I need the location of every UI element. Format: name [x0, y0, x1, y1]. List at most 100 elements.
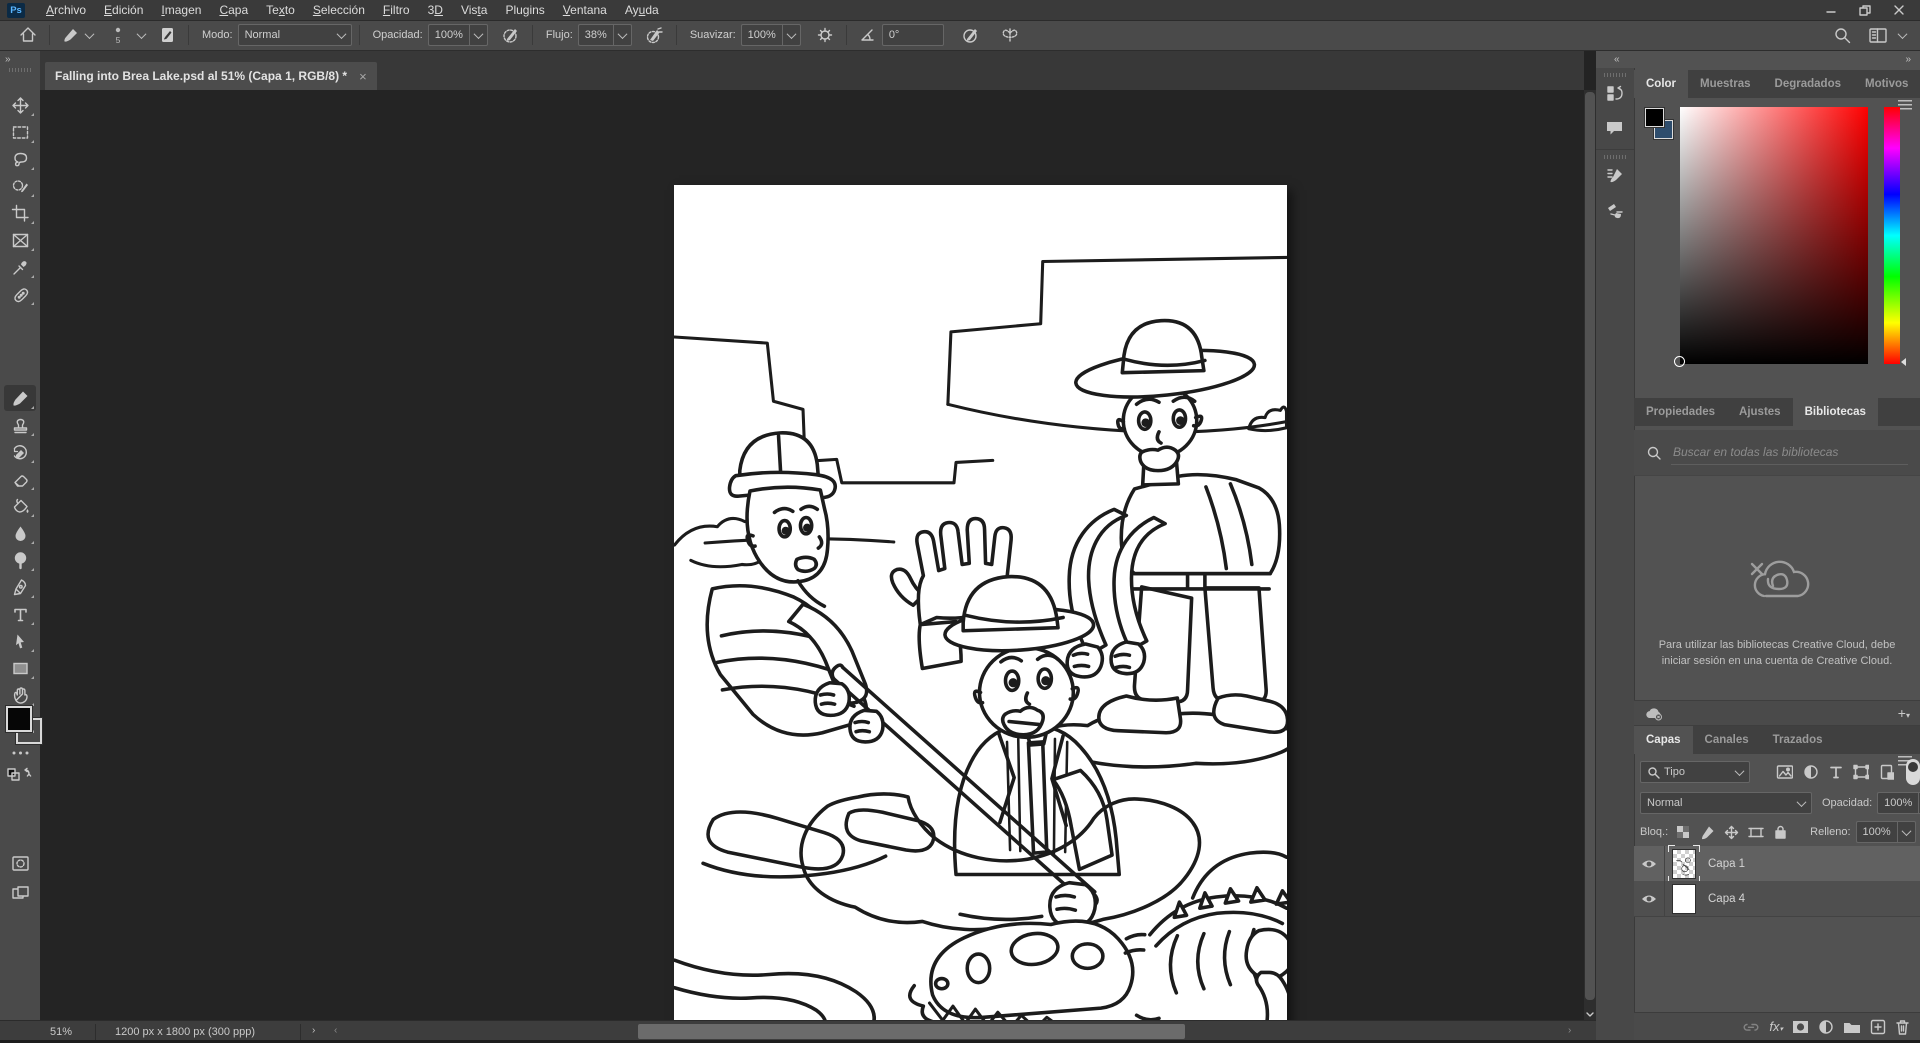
zoom-level[interactable]: 51%	[50, 1026, 72, 1038]
hscroll-left-arrow[interactable]: ‹	[334, 1025, 336, 1036]
status-expand-chevron[interactable]: ›	[312, 1025, 314, 1036]
tool-history-brush[interactable]	[4, 439, 36, 465]
smoothing-dropdown-chevron[interactable]	[782, 24, 801, 46]
tab-ajustes[interactable]: Ajustes	[1727, 398, 1793, 426]
tool-object-selection[interactable]	[4, 173, 36, 199]
tab-canales[interactable]: Canales	[1693, 726, 1761, 754]
layer-visibility-eye-icon[interactable]	[1634, 881, 1665, 916]
tool-hand[interactable]	[4, 682, 36, 708]
menu-item-archivo[interactable]: Archivo	[37, 2, 95, 18]
comments-panel-icon[interactable]	[1596, 111, 1634, 145]
filter-adjustment-layers-icon[interactable]	[1803, 764, 1818, 780]
filter-shape-layers-icon[interactable]	[1853, 764, 1869, 780]
layer-opacity-value[interactable]: 100%	[1877, 792, 1918, 814]
layer-fill-value[interactable]: 100%	[1856, 821, 1897, 843]
hue-slider[interactable]	[1884, 107, 1900, 364]
tool-crop[interactable]	[4, 200, 36, 226]
chevron-down-icon[interactable]	[137, 29, 147, 39]
document-tab[interactable]: Falling into Brea Lake.psd al 51% (Capa …	[45, 62, 377, 90]
minimize-button[interactable]	[1816, 1, 1846, 19]
menu-item-imagen[interactable]: Imagen	[152, 2, 210, 18]
menu-item-ventana[interactable]: Ventana	[554, 2, 616, 18]
tool-dodge[interactable]	[4, 547, 36, 573]
foreground-color-swatch[interactable]	[6, 706, 32, 732]
restore-button[interactable]	[1850, 1, 1880, 19]
tab-muestras[interactable]: Muestras	[1688, 70, 1763, 98]
layer-row-capa-4[interactable]: Capa 4	[1634, 881, 1920, 917]
tab-degradados[interactable]: Degradados	[1763, 70, 1853, 98]
layer-row-capa-1[interactable]: Capa 1	[1634, 846, 1920, 882]
tab-bibliotecas[interactable]: Bibliotecas	[1793, 398, 1878, 426]
layer-blend-mode-select[interactable]: Normal	[1640, 792, 1812, 814]
tool-pen[interactable]	[4, 574, 36, 600]
opacity-dropdown-chevron[interactable]	[469, 24, 488, 46]
smoothing-options-gear-icon[interactable]	[811, 23, 839, 47]
document-tab-close-icon[interactable]: ×	[359, 69, 367, 84]
tool-paint-bucket[interactable]	[4, 493, 36, 519]
lock-transparency-icon[interactable]	[1676, 825, 1691, 840]
lock-all-icon[interactable]	[1773, 824, 1788, 840]
menu-item-vista[interactable]: Vista	[452, 2, 496, 18]
tool-rectangular-marquee[interactable]	[4, 119, 36, 145]
layer-name[interactable]: Capa 4	[1708, 893, 1745, 905]
menu-item-3d[interactable]: 3D	[419, 2, 452, 18]
history-panel-icon[interactable]	[1596, 77, 1634, 111]
layer-visibility-eye-icon[interactable]	[1634, 846, 1665, 881]
hscroll-right-arrow[interactable]: ›	[1568, 1025, 1570, 1036]
color-panel-menu-icon[interactable]	[1898, 100, 1912, 110]
toolbar-expand-chevrons[interactable]: »	[0, 50, 40, 65]
new-adjustment-layer-icon[interactable]	[1818, 1019, 1834, 1035]
lock-position-icon[interactable]	[1724, 825, 1739, 840]
tool-shape-rectangle[interactable]	[4, 655, 36, 681]
delete-layer-trash-icon[interactable]	[1895, 1019, 1910, 1035]
menu-item-seleccion[interactable]: Selección	[304, 2, 374, 18]
tab-propiedades[interactable]: Propiedades	[1634, 398, 1727, 426]
pressure-opacity-icon[interactable]	[496, 23, 525, 47]
opacity-value[interactable]: 100%	[428, 24, 469, 46]
dock-collapse-left-chevrons[interactable]: «	[1614, 54, 1619, 65]
tab-motivos[interactable]: Motivos	[1853, 70, 1920, 98]
tool-clone-stamp[interactable]	[4, 412, 36, 438]
menu-item-edicion[interactable]: Edición	[95, 2, 152, 18]
new-layer-plus-icon[interactable]	[1870, 1019, 1886, 1035]
menu-item-capa[interactable]: Capa	[210, 2, 257, 18]
canvas-pasteboard[interactable]	[40, 90, 1584, 1020]
new-group-folder-icon[interactable]	[1843, 1020, 1861, 1034]
menu-item-filtro[interactable]: Filtro	[374, 2, 419, 18]
search-icon[interactable]	[1828, 23, 1857, 47]
color-field-picker-circle[interactable]	[1674, 356, 1685, 367]
tool-spot-healing-brush[interactable]	[4, 281, 36, 307]
layer-name[interactable]: Capa 1	[1708, 858, 1745, 870]
pressure-size-icon[interactable]	[956, 23, 985, 47]
vertical-scrollbar[interactable]	[1584, 90, 1596, 1020]
toolbar-grip[interactable]	[9, 68, 31, 72]
filter-smart-objects-icon[interactable]	[1879, 764, 1894, 780]
brush-preset-icon[interactable]	[57, 23, 98, 47]
menu-item-plugins[interactable]: Plugins	[496, 2, 553, 18]
quick-mask-mode-icon[interactable]	[4, 850, 36, 876]
tool-brush[interactable]	[4, 385, 36, 411]
add-layer-mask-icon[interactable]	[1792, 1020, 1809, 1034]
tool-lasso[interactable]	[4, 146, 36, 172]
tab-trazados[interactable]: Trazados	[1761, 726, 1835, 754]
home-icon[interactable]	[14, 23, 42, 47]
chevron-down-icon[interactable]	[1898, 29, 1908, 39]
menu-item-ayuda[interactable]: Ayuda	[616, 2, 668, 18]
filter-type-layers-icon[interactable]	[1828, 764, 1843, 780]
tool-frame[interactable]	[4, 227, 36, 253]
flow-value[interactable]: 38%	[578, 24, 613, 46]
hue-slider-marker[interactable]	[1901, 358, 1906, 366]
color-saturation-brightness-field[interactable]	[1680, 107, 1868, 364]
close-button[interactable]	[1884, 1, 1914, 19]
tool-type[interactable]	[4, 601, 36, 627]
brush-angle-value[interactable]: 0°	[882, 24, 944, 46]
blend-mode-select[interactable]: Normal	[238, 24, 352, 46]
smoothing-value[interactable]: 100%	[741, 24, 782, 46]
screen-mode-icon[interactable]	[4, 880, 36, 906]
tool-eyedropper[interactable]	[4, 254, 36, 280]
layer-thumbnail[interactable]	[1672, 884, 1696, 914]
tool-path-selection[interactable]	[4, 628, 36, 654]
lock-pixels-icon[interactable]	[1700, 825, 1715, 840]
lock-artboard-icon[interactable]	[1748, 825, 1764, 840]
vertical-scrollbar-thumb[interactable]	[1585, 92, 1595, 1000]
